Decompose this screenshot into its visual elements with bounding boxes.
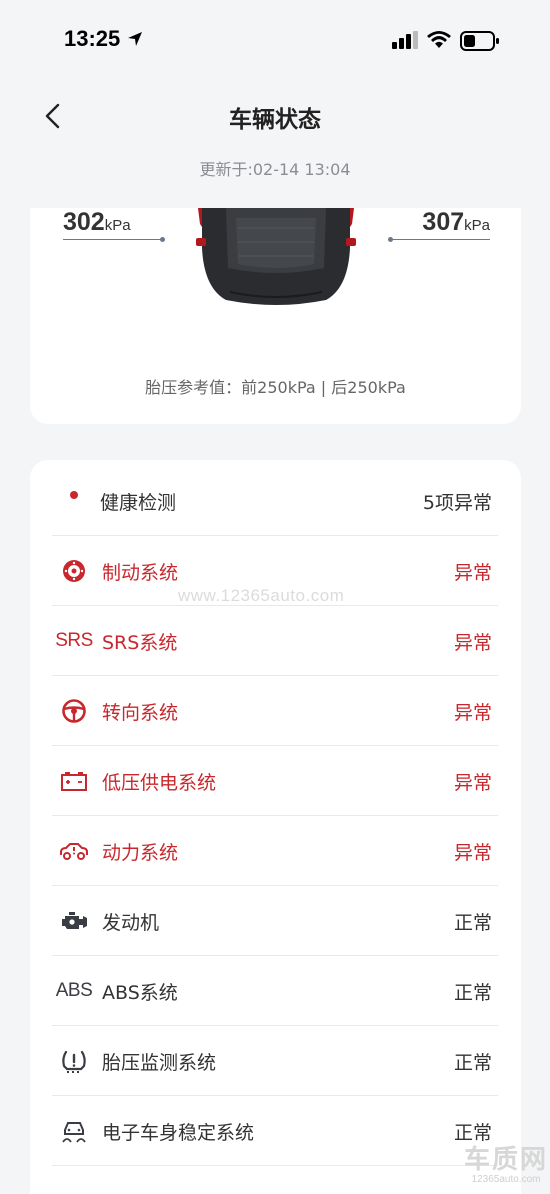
list-item-low-voltage-system[interactable]: 低压供电系统 异常 <box>52 746 498 816</box>
list-item-steering-system[interactable]: 转向系统 异常 <box>52 676 498 746</box>
tire-pressure-reference: 胎压参考值：前250kPa | 后250kPa <box>145 378 406 397</box>
front-right-tire: 307kPa <box>388 208 490 242</box>
status-text: 正常 <box>453 982 492 1004</box>
srs-icon: SRS <box>55 630 93 651</box>
brake-icon <box>56 554 92 588</box>
status-time: 13:25 <box>64 26 121 51</box>
status-text: 异常 <box>453 632 492 654</box>
tire-pressure-card: 302kPa 307kPa 胎压参考值：前250kPa | 后250kPa <box>30 208 521 424</box>
list-item-label: 电子车身稳定系统 <box>102 1122 255 1144</box>
list-item-abs-system[interactable]: ABS ABS系统 正常 <box>52 956 498 1026</box>
health-check-card: 健康检测 5项异常 制动系统 异常 SRS SRS系统 异常 转向系统 异常 低… <box>30 460 521 1194</box>
abs-icon: ABS <box>55 980 93 1001</box>
list-item-label: 制动系统 <box>102 562 179 584</box>
list-item-engine[interactable]: 发动机 正常 <box>52 886 498 956</box>
list-item-label: 发动机 <box>102 912 160 934</box>
list-item-srs-system[interactable]: SRS SRS系统 异常 <box>52 606 498 676</box>
watermark-url: www.12365auto.com <box>178 586 345 605</box>
health-check-summary-row[interactable]: 健康检测 5项异常 <box>52 460 498 536</box>
watermark-logo-url: 12365auto.com <box>471 1174 541 1185</box>
car-top-view-image <box>196 208 356 305</box>
list-item-label: SRS系统 <box>102 632 178 654</box>
status-text: 异常 <box>453 702 492 724</box>
status-text: 异常 <box>453 562 492 584</box>
red-dot-icon <box>56 478 92 512</box>
cellular-signal-icon <box>392 31 418 49</box>
location-arrow-icon <box>128 32 142 46</box>
front-left-tire: 302kPa <box>63 208 165 242</box>
health-check-label: 健康检测 <box>100 492 177 514</box>
vehicle-status-screen: 13:25 车辆状态 更新于:02-14 13:04 302kPa 307kPa… <box>0 0 550 1194</box>
list-item-tire-pressure-monitoring[interactable]: 胎压监测系统 正常 <box>52 1026 498 1096</box>
watermark-logo-text: 车质网 <box>463 1145 548 1175</box>
list-item-label: 动力系统 <box>102 842 179 864</box>
steering-wheel-icon <box>56 694 92 728</box>
battery-icon <box>56 764 92 798</box>
status-text: 异常 <box>453 842 492 864</box>
wifi-icon <box>427 31 451 48</box>
status-text: 正常 <box>453 1122 492 1144</box>
front-left-leader-line <box>63 237 165 242</box>
list-item-powertrain-system[interactable]: 动力系统 异常 <box>52 816 498 886</box>
status-text: 正常 <box>453 1052 492 1074</box>
status-text: 正常 <box>453 912 492 934</box>
powertrain-icon <box>56 834 92 868</box>
status-bar: 13:25 <box>0 0 550 80</box>
list-item-label: 胎压监测系统 <box>102 1052 217 1074</box>
update-timestamp: 更新于:02-14 13:04 <box>199 160 351 179</box>
front-right-pressure-unit: kPa <box>464 217 490 234</box>
front-right-leader-line <box>388 237 490 242</box>
list-item-label: ABS系统 <box>102 982 178 1004</box>
list-item-stability-control[interactable]: 电子车身稳定系统 正常 <box>52 1096 498 1166</box>
tire-pressure-icon <box>56 1044 92 1078</box>
front-right-pressure-value: 307 <box>422 208 465 236</box>
front-left-pressure-unit: kPa <box>104 217 131 234</box>
status-text: 异常 <box>453 772 492 794</box>
health-check-summary: 5项异常 <box>422 492 492 514</box>
list-item-label: 转向系统 <box>102 702 179 724</box>
page-title: 车辆状态 <box>229 107 321 133</box>
stability-control-icon <box>56 1114 92 1148</box>
list-item-label: 低压供电系统 <box>102 772 217 794</box>
front-left-pressure-value: 302 <box>63 208 105 236</box>
battery-icon <box>460 31 499 51</box>
watermark-logo: 车质网 12365auto.com <box>462 1146 550 1194</box>
engine-icon <box>56 904 92 938</box>
